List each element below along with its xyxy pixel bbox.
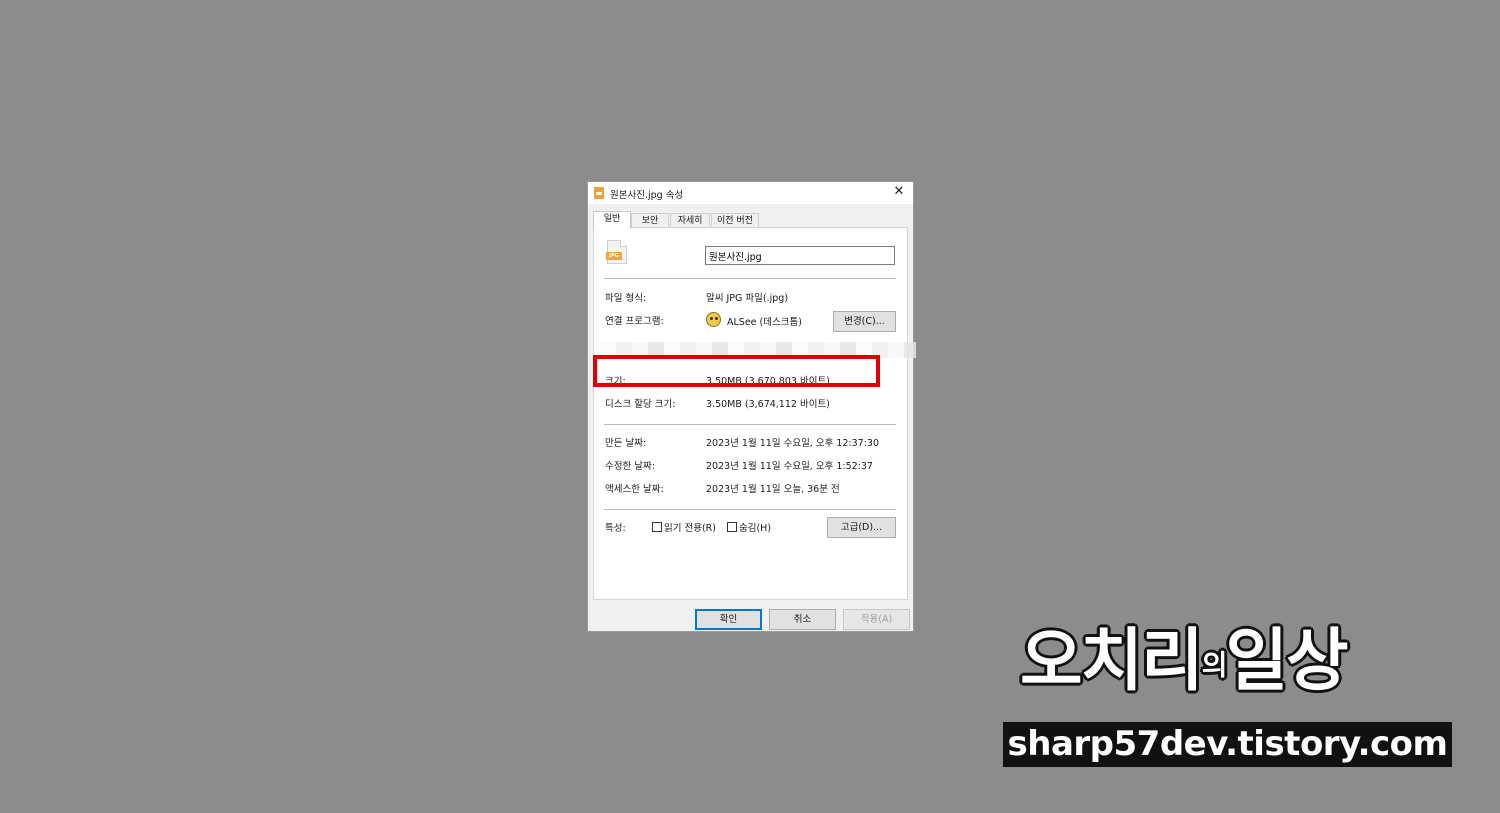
file-name-field[interactable] — [705, 246, 895, 265]
close-icon[interactable]: ✕ — [891, 184, 907, 200]
modified-value: 2023년 1월 11일 수요일, 오후 1:52:37 — [706, 461, 873, 472]
blog-watermark: 오치리의일상 sharp57dev.tistory.com — [1003, 616, 1453, 768]
readonly-checkbox-label[interactable]: 읽기 전용(R) — [664, 520, 716, 534]
tab-security[interactable]: 보안 — [631, 213, 669, 228]
tab-previous-versions[interactable]: 이전 버전 — [711, 213, 759, 228]
jpg-file-icon: JPG — [606, 240, 627, 264]
readonly-checkbox[interactable] — [652, 522, 662, 532]
title-bar[interactable]: 원본사진.jpg 속성 ✕ — [588, 182, 913, 204]
watermark-title-particle: 의 — [1201, 648, 1228, 682]
alsee-app-icon — [706, 312, 721, 327]
change-button[interactable]: 변경(C)... — [833, 311, 896, 332]
tab-general[interactable]: 일반 — [593, 211, 631, 229]
attributes-label: 특성: — [605, 523, 626, 534]
opens-with-value: ALSee (데스크톱) — [727, 317, 802, 328]
hidden-checkbox[interactable] — [727, 522, 737, 532]
apply-button: 적용(A) — [843, 609, 910, 630]
size-highlight-box — [593, 355, 880, 387]
divider — [604, 424, 896, 425]
properties-dialog: 원본사진.jpg 속성 ✕ 일반 보안 자세히 이전 버전 JPG 파일 형식:… — [587, 181, 916, 632]
file-type-label: 파일 형식: — [605, 293, 647, 304]
file-icon-label: JPG — [606, 252, 622, 260]
hidden-checkbox-label[interactable]: 숨김(H) — [739, 520, 771, 534]
advanced-button[interactable]: 고급(D)... — [827, 517, 896, 538]
size-on-disk-label: 디스크 할당 크기: — [605, 399, 676, 410]
ok-button[interactable]: 확인 — [695, 609, 762, 630]
created-value: 2023년 1월 11일 수요일, 오후 12:37:30 — [706, 438, 880, 449]
created-label: 만든 날짜: — [605, 438, 647, 449]
tab-details[interactable]: 자세히 — [670, 213, 710, 228]
general-panel: JPG 파일 형식: 알씨 JPG 파일(.jpg) 연결 프로그램: ALSe… — [593, 227, 916, 600]
modified-label: 수정한 날짜: — [605, 461, 655, 472]
watermark-title-main: 오치리 — [1020, 622, 1204, 701]
accessed-value: 2023년 1월 11일 오늘, 36분 전 — [706, 484, 840, 495]
watermark-title: 오치리의일상 — [1020, 616, 1349, 711]
file-icon — [594, 187, 604, 199]
file-type-value: 알씨 JPG 파일(.jpg) — [706, 293, 789, 304]
accessed-label: 액세스한 날짜: — [605, 484, 664, 495]
watermark-url: sharp57dev.tistory.com — [1003, 722, 1452, 767]
opens-with-label: 연결 프로그램: — [605, 316, 664, 327]
watermark-title-end: 일상 — [1225, 622, 1348, 701]
divider — [604, 278, 896, 279]
size-on-disk-value: 3.50MB (3,674,112 바이트) — [706, 399, 830, 410]
cancel-button[interactable]: 취소 — [769, 609, 836, 630]
window-title: 원본사진.jpg 속성 — [610, 190, 684, 201]
divider — [604, 509, 896, 510]
